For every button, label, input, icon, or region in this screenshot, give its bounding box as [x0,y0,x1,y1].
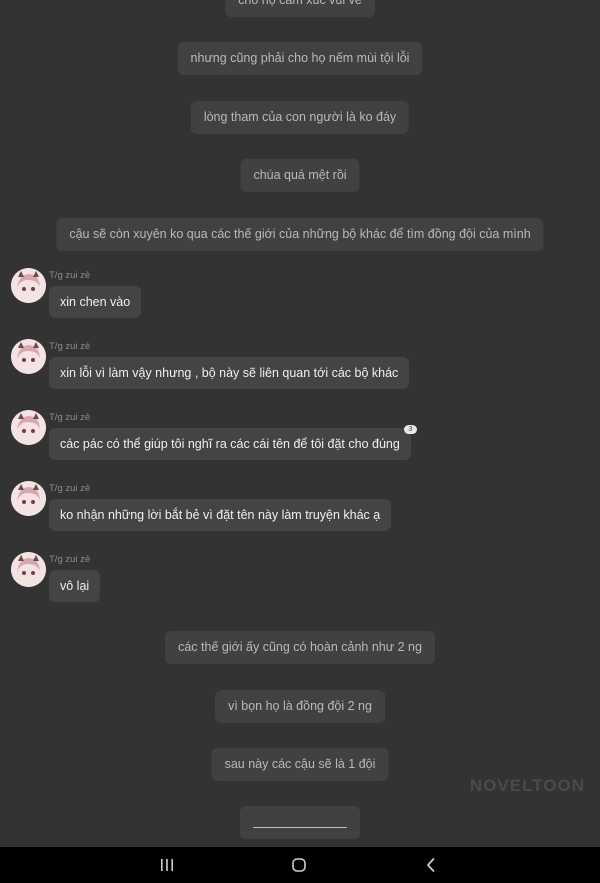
message-bubble[interactable]: các pác có thể giúp tôi nghĩ ra các cái … [49,425,417,460]
narration-bubble: các thế giới ấy cũng có hoàn cảnh như 2 … [165,631,435,664]
avatar[interactable] [11,268,46,303]
narration-bubble: sau này các cậu sẽ là 1 đội [211,748,389,781]
message-bubble[interactable]: vô lại [49,570,101,602]
author-name: T/g zui zẻ [49,341,91,352]
author-name: T/g zui zẻ [49,412,91,423]
narration-bubble: chúa quá mệt rồi [240,159,360,192]
narration-bubble: nhưng cũng phải cho họ nếm mùi tội lỗi [177,42,423,75]
chat-area[interactable]: cho họ cảm xúc vui vẻ nhưng cũng phải ch… [0,0,600,847]
author-name: T/g zui zẻ [49,554,91,565]
message-bubble[interactable]: xin chen vào [49,286,142,318]
avatar[interactable] [11,339,46,374]
author-name: T/g zui zẻ [49,483,91,494]
avatar[interactable] [11,552,46,587]
back-button[interactable] [413,854,449,876]
narration-bubble: cậu sẽ còn xuyên ko qua các thế giới của… [56,218,544,251]
system-navbar [0,847,600,883]
input-underline [253,827,347,828]
narration-bubble: vì bọn họ là đồng đội 2 ng [215,690,385,723]
message-bubble[interactable]: ko nhận những lời bắt bẻ vì đặt tên này … [49,499,392,531]
message-text: xin chen vào [60,295,131,309]
home-button[interactable] [281,854,317,876]
home-icon [292,858,306,872]
narration-bubble: lòng tham của con người là ko đáy [190,101,410,134]
recent-apps-button[interactable] [149,854,185,876]
comment-count-badge[interactable]: 3 [403,425,417,434]
noveltoon-watermark: NOVELTOON [469,776,585,795]
recent-apps-icon [161,859,173,871]
message-text: vô lại [60,579,90,593]
back-icon [427,858,435,872]
narration-bubble: cho họ cảm xúc vui vẻ [225,0,375,17]
message-text: ko nhận những lời bắt bẻ vì đặt tên này … [60,508,381,522]
avatar[interactable] [11,410,46,445]
input-bubble[interactable] [240,806,360,839]
message-text: các pác có thể giúp tôi nghĩ ra các cái … [60,437,400,451]
avatar[interactable] [11,481,46,516]
message-text: xin lỗi vì làm vậy nhưng , bộ này sẽ liê… [60,366,399,380]
message-bubble[interactable]: xin lỗi vì làm vậy nhưng , bộ này sẽ liê… [49,357,410,389]
author-name: T/g zui zẻ [49,270,91,281]
